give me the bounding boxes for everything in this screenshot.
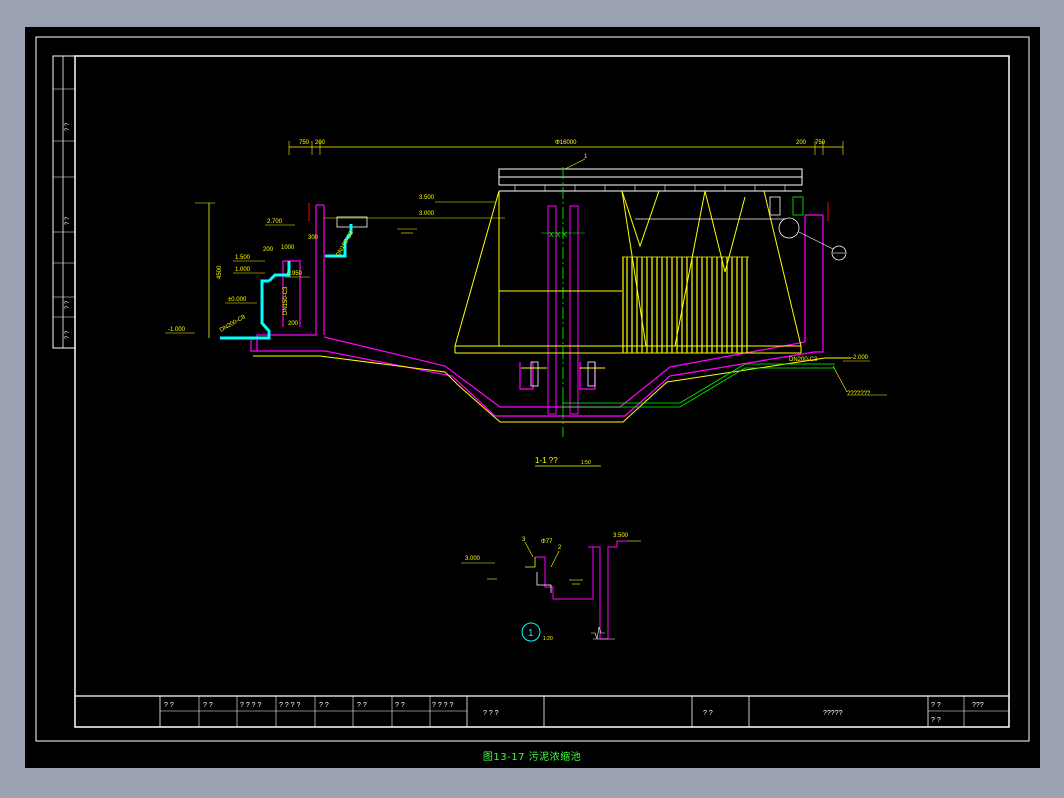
title-cell-1: ? ? <box>164 702 174 709</box>
pipe-2-label: DN150-C3 <box>283 286 289 315</box>
dim-height: 4500 <box>217 265 223 279</box>
elev-left-2: 1.000 <box>235 267 251 273</box>
section-drawing: 750 200 Φ16000 200 750 4500 3.500 3.000 … <box>165 140 887 467</box>
section-scale: 1:50 <box>581 460 591 466</box>
title-cell-2: ? ? <box>203 702 213 709</box>
detail-drawing: 3.000 3.500 3 Φ77 2 1 1:20 <box>461 533 641 642</box>
title-cell-7: ? ? <box>395 702 405 709</box>
pipe-outlet-label: DN200-C3 <box>789 357 818 363</box>
title-block: ? ? ? ? ? ? ? ? ? ? ? ? ? ? ? ? ? ? ? ? … <box>75 695 1009 727</box>
detail-dim: Φ77 <box>541 539 553 545</box>
cad-viewport[interactable]: ? ? ? ? ? ? ? ? ? ? ? ? ? ? ? ? ? ? ? ? … <box>25 27 1040 768</box>
drawing-label: ? ? <box>703 710 713 717</box>
title-cell-4: ? ? ? ? <box>279 702 301 709</box>
title-cell-5: ? ? <box>319 702 329 709</box>
revision-label-3: ? ? <box>65 300 71 309</box>
revision-label-4: ? ? <box>65 330 71 339</box>
elev-small-3: 200 <box>288 321 299 327</box>
elev-left-bottom: -1.000 <box>168 327 186 333</box>
dim-right-2: 750 <box>815 140 826 146</box>
detail-scale: 1:20 <box>543 636 553 642</box>
title-cell-3: ? ? ? ? <box>240 702 262 709</box>
dim-left-1: 750 <box>299 140 310 146</box>
title-right-bot-a: ? ? <box>931 717 941 724</box>
center-xo-label: X X X <box>549 232 567 239</box>
title-cell-6: ? ? <box>357 702 367 709</box>
drawing-canvas: ? ? ? ? ? ? ? ? ? ? ? ? ? ? ? ? ? ? ? ? … <box>35 36 1030 742</box>
elev-water-top: 3.500 <box>419 195 435 201</box>
detail-number: 1 <box>528 628 534 639</box>
pipe-note: ??????? <box>847 391 871 397</box>
title-right-top-b: ??? <box>972 702 984 709</box>
revision-label-2: ? ? <box>65 216 71 225</box>
elev-left-1: 1.500 <box>235 255 251 261</box>
elev-left-4: ±0.000 <box>228 297 247 303</box>
elev-small-2: 1000 <box>281 245 295 251</box>
revision-label-1: ? ? <box>65 122 71 131</box>
elev-right-bottom: -2.000 <box>851 355 869 361</box>
dim-side-inner: 300 <box>308 235 319 241</box>
section-label: 1-1 ?? <box>535 456 558 465</box>
drawing-name: ????? <box>823 710 843 717</box>
detail-elev-water: 3.000 <box>465 556 481 562</box>
pipe-inlet-label: DN200-C8 <box>219 314 247 334</box>
project-name: ? ? ? <box>483 710 499 717</box>
elev-left-top: 2.700 <box>267 219 283 225</box>
dim-left-2: 200 <box>315 140 326 146</box>
title-right-top-a: ? ? <box>931 702 941 709</box>
detail-callout-b: 2 <box>558 545 562 551</box>
elev-left-3: 0.950 <box>287 271 303 277</box>
revision-column: ? ? ? ? ? ? ? ? <box>52 55 76 349</box>
dim-center: Φ16000 <box>555 140 577 146</box>
elev-small-1: 200 <box>263 247 274 253</box>
drawing-caption: 图13-17 污泥浓缩池 <box>482 752 582 763</box>
detail-callout-a: 3 <box>522 537 526 543</box>
detail-elev-top: 3.500 <box>613 533 629 539</box>
dim-right-1: 200 <box>796 140 807 146</box>
elev-water-level: 3.000 <box>419 211 435 217</box>
title-cell-8: ? ? ? ? <box>432 702 454 709</box>
